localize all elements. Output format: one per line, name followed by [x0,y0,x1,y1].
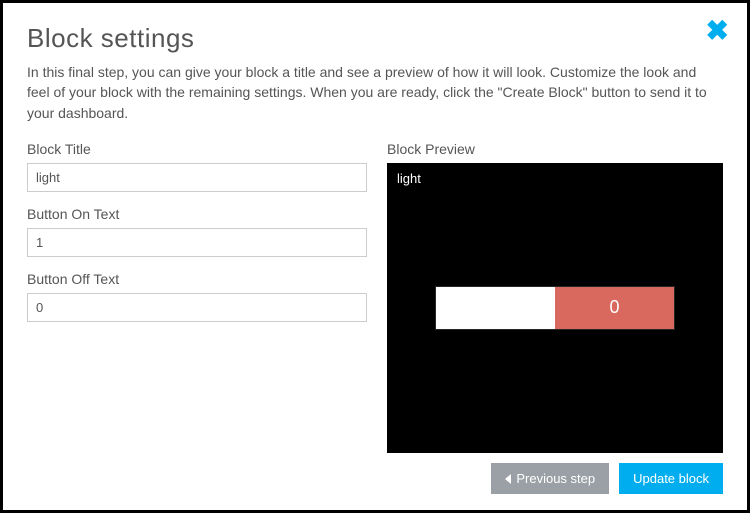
modal-footer: Previous step Update block [27,463,723,494]
button-off-label: Button Off Text [27,271,367,287]
content-area: Block Title Button On Text Button Off Te… [27,141,723,451]
block-title-label: Block Title [27,141,367,157]
previous-step-label: Previous step [516,471,595,486]
button-on-label: Button On Text [27,206,367,222]
toggle-switch[interactable]: 0 [435,286,675,330]
chevron-left-icon [505,474,511,484]
update-block-label: Update block [633,471,709,486]
previous-step-button[interactable]: Previous step [491,463,609,494]
page-description: In this final step, you can give your bl… [27,62,707,123]
block-settings-modal: ✖ Block settings In this final step, you… [0,0,750,513]
page-title: Block settings [27,23,723,54]
block-title-input[interactable] [27,163,367,192]
preview-block-title: light [387,163,431,194]
preview-column: Block Preview light 0 [387,141,723,451]
settings-form: Block Title Button On Text Button Off Te… [27,141,367,451]
block-preview-label: Block Preview [387,141,723,157]
toggle-off-side: 0 [555,287,674,329]
button-on-input[interactable] [27,228,367,257]
close-icon[interactable]: ✖ [706,17,729,45]
toggle-on-side [436,287,555,329]
block-preview: light 0 [387,163,723,453]
update-block-button[interactable]: Update block [619,463,723,494]
button-off-input[interactable] [27,293,367,322]
